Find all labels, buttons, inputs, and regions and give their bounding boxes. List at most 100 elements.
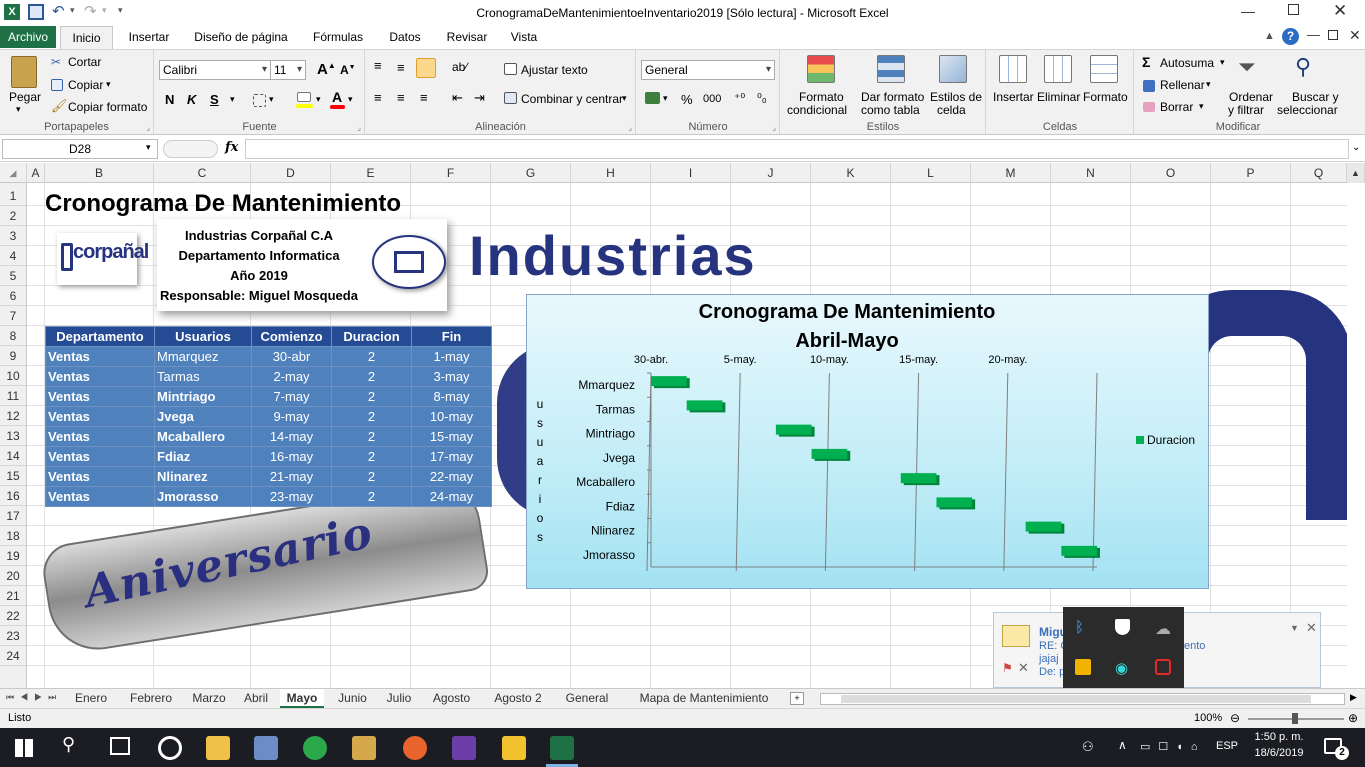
row-header[interactable]: 10 <box>0 366 26 386</box>
table-cell[interactable]: Ventas <box>45 366 155 387</box>
sort-filter-label-1[interactable]: Ordenar <box>1229 90 1273 104</box>
table-cell[interactable]: 1-may <box>411 346 492 367</box>
column-header[interactable]: P <box>1211 163 1291 183</box>
format-cells-icon[interactable] <box>1090 55 1118 83</box>
clear-dropdown-icon[interactable]: ▾ <box>1199 101 1204 112</box>
insert-sheet-icon[interactable]: + <box>790 692 804 705</box>
find-select-icon[interactable]: ⚲ <box>1295 54 1311 80</box>
dismiss-icon[interactable]: ✕ <box>1018 660 1029 676</box>
clock-date[interactable]: 18/6/2019 <box>1252 747 1306 759</box>
align-right-icon[interactable]: ≡ <box>420 90 428 105</box>
zoom-in-icon[interactable]: ⊕ <box>1348 711 1358 725</box>
column-header[interactable]: D <box>251 163 331 183</box>
row-header[interactable]: 15 <box>0 466 26 486</box>
column-header[interactable]: A <box>27 163 45 183</box>
orientation-icon[interactable]: ab⁄ <box>452 60 467 74</box>
eye-taskbar-icon[interactable] <box>303 736 327 760</box>
column-header[interactable]: E <box>331 163 411 183</box>
column-header[interactable]: M <box>971 163 1051 183</box>
row-header[interactable]: 9 <box>0 346 26 366</box>
row-header[interactable]: 7 <box>0 306 26 326</box>
minimize-icon[interactable]: — <box>1241 3 1255 19</box>
bold-button[interactable]: N <box>165 92 174 107</box>
conditional-format-icon[interactable] <box>807 55 835 83</box>
cut-icon[interactable]: ✂ <box>51 55 61 69</box>
percent-button[interactable]: % <box>681 92 693 107</box>
sheet-tab[interactable]: Mayo <box>280 689 324 708</box>
table-cell[interactable]: Tarmas <box>154 366 252 387</box>
sort-filter-label-2[interactable]: y filtrar <box>1228 103 1264 117</box>
tab-formulas[interactable]: Fórmulas <box>305 26 371 49</box>
collapse-ribbon-icon[interactable]: ▲ <box>1264 30 1275 42</box>
close-icon[interactable]: ✕ <box>1333 1 1347 21</box>
format-painter-button[interactable]: Copiar formato <box>68 100 147 114</box>
formula-expand-icon[interactable]: ⌄ <box>1352 142 1360 153</box>
excel-taskbar-icon[interactable] <box>550 736 574 760</box>
table-cell[interactable]: 2 <box>331 346 412 367</box>
dialog-launcher-icon[interactable]: ⌟ <box>772 123 776 132</box>
table-cell[interactable]: 2 <box>331 486 412 507</box>
sheet-tab[interactable]: Agosto <box>424 689 479 708</box>
tab-revisar[interactable]: Revisar <box>438 26 496 49</box>
font-color-icon[interactable]: A <box>332 89 342 105</box>
tab-diseno-pagina[interactable]: Diseño de página <box>186 26 296 49</box>
people-icon[interactable]: ⚇ <box>1082 739 1094 755</box>
format-as-table-label-2[interactable]: como tabla <box>861 103 920 117</box>
firefox-icon[interactable] <box>403 736 427 760</box>
paint-app-icon[interactable] <box>352 736 376 760</box>
fill-icon[interactable] <box>1143 80 1155 92</box>
align-center-icon[interactable]: ≡ <box>397 90 405 105</box>
table-cell[interactable]: Ventas <box>45 386 155 407</box>
cell-styles-icon[interactable] <box>939 55 967 83</box>
formula-bar-expand-handle[interactable] <box>163 140 218 158</box>
insert-cells-icon[interactable] <box>999 55 1027 83</box>
sort-filter-icon[interactable]: ⏷ <box>1238 54 1256 80</box>
row-header[interactable]: 4 <box>0 246 26 266</box>
copy-icon[interactable] <box>51 79 63 91</box>
table-cell[interactable]: 17-may <box>411 446 492 467</box>
security-shield-icon[interactable] <box>1115 619 1130 635</box>
zoom-out-icon[interactable]: ⊖ <box>1230 711 1240 725</box>
tab-datos[interactable]: Datos <box>381 26 429 49</box>
column-header[interactable]: K <box>811 163 891 183</box>
row-header[interactable]: 8 <box>0 326 26 346</box>
tray-expand-icon[interactable]: ∧ <box>1118 738 1127 752</box>
table-cell[interactable]: 8-may <box>411 386 492 407</box>
workbook-close-icon[interactable]: ✕ <box>1349 27 1361 44</box>
conditional-format-label-1[interactable]: Formato <box>799 90 844 104</box>
file-explorer-icon[interactable] <box>206 736 230 760</box>
app-yellow-icon[interactable] <box>1075 659 1091 675</box>
row-header[interactable]: 24 <box>0 646 26 666</box>
table-header-cell[interactable]: Fin <box>411 326 492 347</box>
row-header[interactable]: 5 <box>0 266 26 286</box>
sheet-tab[interactable]: General <box>558 689 616 708</box>
table-cell[interactable]: 2 <box>331 466 412 487</box>
align-middle-icon[interactable]: ≡ <box>397 60 405 75</box>
onedrive-icon[interactable]: ☁ <box>1155 619 1171 639</box>
italic-button[interactable]: K <box>187 92 196 107</box>
language-indicator[interactable]: ESP <box>1216 740 1238 752</box>
column-header[interactable]: G <box>491 163 571 183</box>
row-header[interactable]: 23 <box>0 626 26 646</box>
merge-center-button[interactable]: Combinar y centrar <box>521 92 623 106</box>
insert-function-button[interactable]: fx <box>225 140 238 155</box>
name-box[interactable]: D28 <box>2 139 158 159</box>
sheet-tab[interactable]: Julio <box>381 689 417 708</box>
remote-desktop-icon[interactable] <box>254 736 278 760</box>
underline-dropdown-icon[interactable]: ▾ <box>230 94 235 105</box>
column-header[interactable]: Q <box>1291 163 1347 183</box>
copy-button[interactable]: Copiar <box>68 78 103 92</box>
table-cell[interactable]: Ventas <box>45 346 155 367</box>
fill-color-dropdown-icon[interactable]: ▾ <box>316 94 321 105</box>
select-all-button[interactable]: ◢ <box>0 163 27 183</box>
visual-studio-icon[interactable] <box>452 736 476 760</box>
sheet-tab[interactable]: Abril <box>238 689 274 708</box>
sheet-tab[interactable]: Marzo <box>186 689 232 708</box>
table-cell[interactable]: 2 <box>331 446 412 467</box>
merge-center-icon[interactable] <box>504 92 517 104</box>
paste-dropdown-icon[interactable]: ▾ <box>16 104 21 115</box>
table-cell[interactable]: Ventas <box>45 486 155 507</box>
table-cell[interactable]: Mintriago <box>154 386 252 407</box>
paste-button[interactable]: Pegar <box>9 90 41 104</box>
table-cell[interactable]: Ventas <box>45 446 155 467</box>
